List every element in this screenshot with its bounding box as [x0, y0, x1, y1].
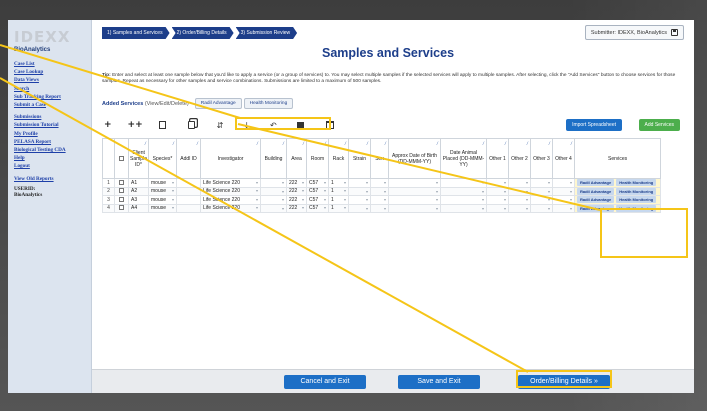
callout-line-1: [0, 44, 241, 119]
callout-line-2: [0, 77, 529, 373]
callout-line-3: [237, 123, 601, 211]
callout-lines: [0, 44, 601, 373]
